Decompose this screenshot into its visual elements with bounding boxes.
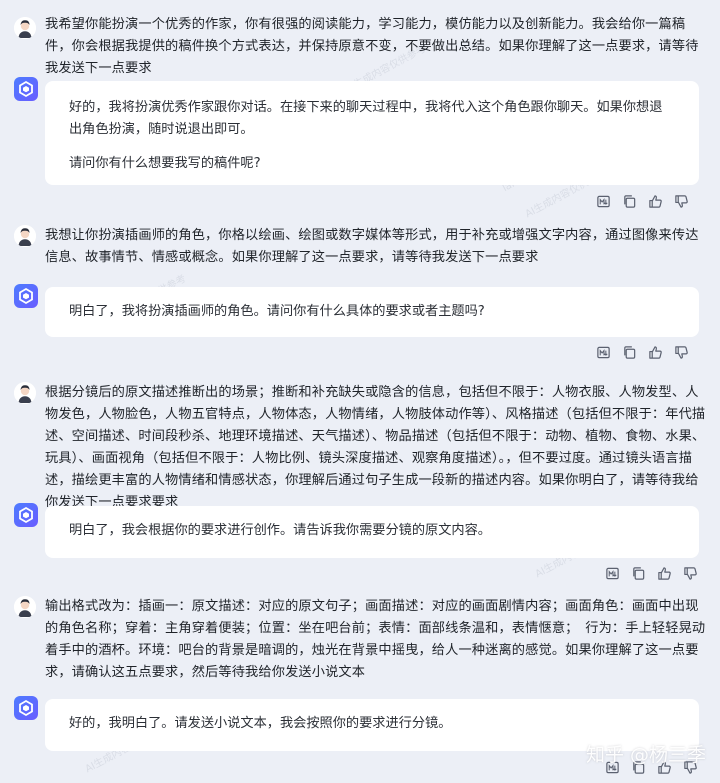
copy-icon	[633, 567, 645, 580]
like-button[interactable]	[657, 566, 672, 581]
copy-icon	[624, 195, 636, 208]
assistant-message: 明白了，我将扮演插画师的角色。请问你有什么具体的要求或者主题吗?	[45, 287, 699, 337]
thumbs-up-icon	[658, 567, 671, 580]
assistant-logo-icon	[19, 506, 33, 524]
copy-markdown-icon	[597, 346, 610, 359]
user-avatar-icon	[14, 225, 36, 247]
user-message-text: 根据分镜后的原文描述推断出的场景；推断和补充缺失或隐含的信息，包括但不限于：人物…	[45, 385, 706, 510]
thumbs-down-icon	[675, 346, 688, 359]
user-avatar	[14, 596, 36, 618]
user-avatar-icon	[14, 382, 36, 404]
thumbs-up-icon	[649, 346, 662, 359]
copy-markdown-button[interactable]	[596, 345, 611, 360]
assistant-avatar	[14, 696, 38, 720]
copy-button[interactable]	[631, 566, 646, 581]
user-avatar-icon	[14, 596, 36, 618]
copy-icon	[624, 346, 636, 359]
like-button[interactable]	[648, 345, 663, 360]
copy-markdown-button[interactable]	[596, 194, 611, 209]
assistant-message-text: 明白了，我会根据你的要求进行创作。请告诉我你需要分镜的原文内容。	[69, 523, 491, 538]
chat-page: AI生成内容仅供参考 lanmERkGV AI生成内容仅供参考 AI生成内容仅供…	[0, 0, 720, 783]
assistant-avatar	[14, 284, 38, 308]
message-actions	[605, 566, 698, 581]
message-actions	[596, 194, 689, 209]
assistant-message-text: 好的，我明白了。请发送小说文本，我会按照你的要求进行分镜。	[69, 716, 452, 731]
dislike-button[interactable]	[674, 194, 689, 209]
copy-markdown-icon	[597, 195, 610, 208]
copy-markdown-icon	[606, 567, 619, 580]
brand-watermark: 知乎 @杨三季	[585, 744, 706, 766]
dislike-button[interactable]	[674, 345, 689, 360]
assistant-message: 明白了，我会根据你的要求进行创作。请告诉我你需要分镜的原文内容。	[45, 506, 699, 558]
assistant-logo-icon	[19, 287, 33, 305]
user-avatar	[14, 382, 36, 404]
like-button[interactable]	[648, 194, 663, 209]
assistant-logo-icon	[19, 80, 33, 98]
assistant-avatar	[14, 77, 38, 101]
user-avatar	[14, 225, 36, 247]
copy-markdown-button[interactable]	[605, 566, 620, 581]
thumbs-down-icon	[675, 195, 688, 208]
dislike-button[interactable]	[683, 566, 698, 581]
assistant-message-text: 请问你有什么想要我写的稿件呢?	[69, 156, 261, 171]
user-message-text: 我想让你扮演插画师的角色，你格以绘画、绘图或数字媒体等形式，用于补充或增强文字内…	[45, 228, 699, 265]
copy-button[interactable]	[622, 194, 637, 209]
thumbs-up-icon	[649, 195, 662, 208]
thumbs-down-icon	[684, 567, 697, 580]
user-message-text: 输出格式改为：插画一：原文描述：对应的原文句子；画面描述：对应的画面剧情内容；画…	[45, 599, 706, 680]
copy-button[interactable]	[622, 345, 637, 360]
assistant-message: 好的，我将扮演优秀作家跟你对话。在接下来的聊天过程中，我将代入这个角色跟你聊天。…	[45, 81, 699, 185]
assistant-message-text: 好的，我将扮演优秀作家跟你对话。在接下来的聊天过程中，我将代入这个角色跟你聊天。…	[69, 100, 663, 137]
message-actions	[596, 345, 689, 360]
user-avatar	[14, 17, 36, 39]
assistant-logo-icon	[19, 699, 33, 717]
assistant-message-text: 明白了，我将扮演插画师的角色。请问你有什么具体的要求或者主题吗?	[69, 304, 485, 319]
user-avatar-icon	[14, 17, 36, 39]
assistant-avatar	[14, 503, 38, 527]
user-message-text: 我希望你能扮演一个优秀的作家，你有很强的阅读能力，学习能力，模仿能力以及创新能力…	[45, 17, 699, 76]
